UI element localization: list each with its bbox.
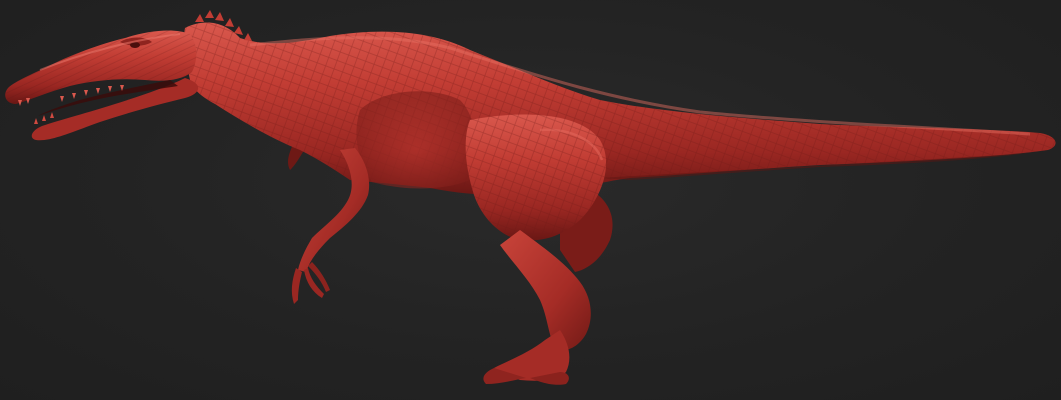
head [5,30,199,141]
body [183,22,1056,196]
dinosaur-sculpt-icon [5,10,1056,385]
render-viewport [0,0,1061,400]
near-arm [291,148,370,304]
